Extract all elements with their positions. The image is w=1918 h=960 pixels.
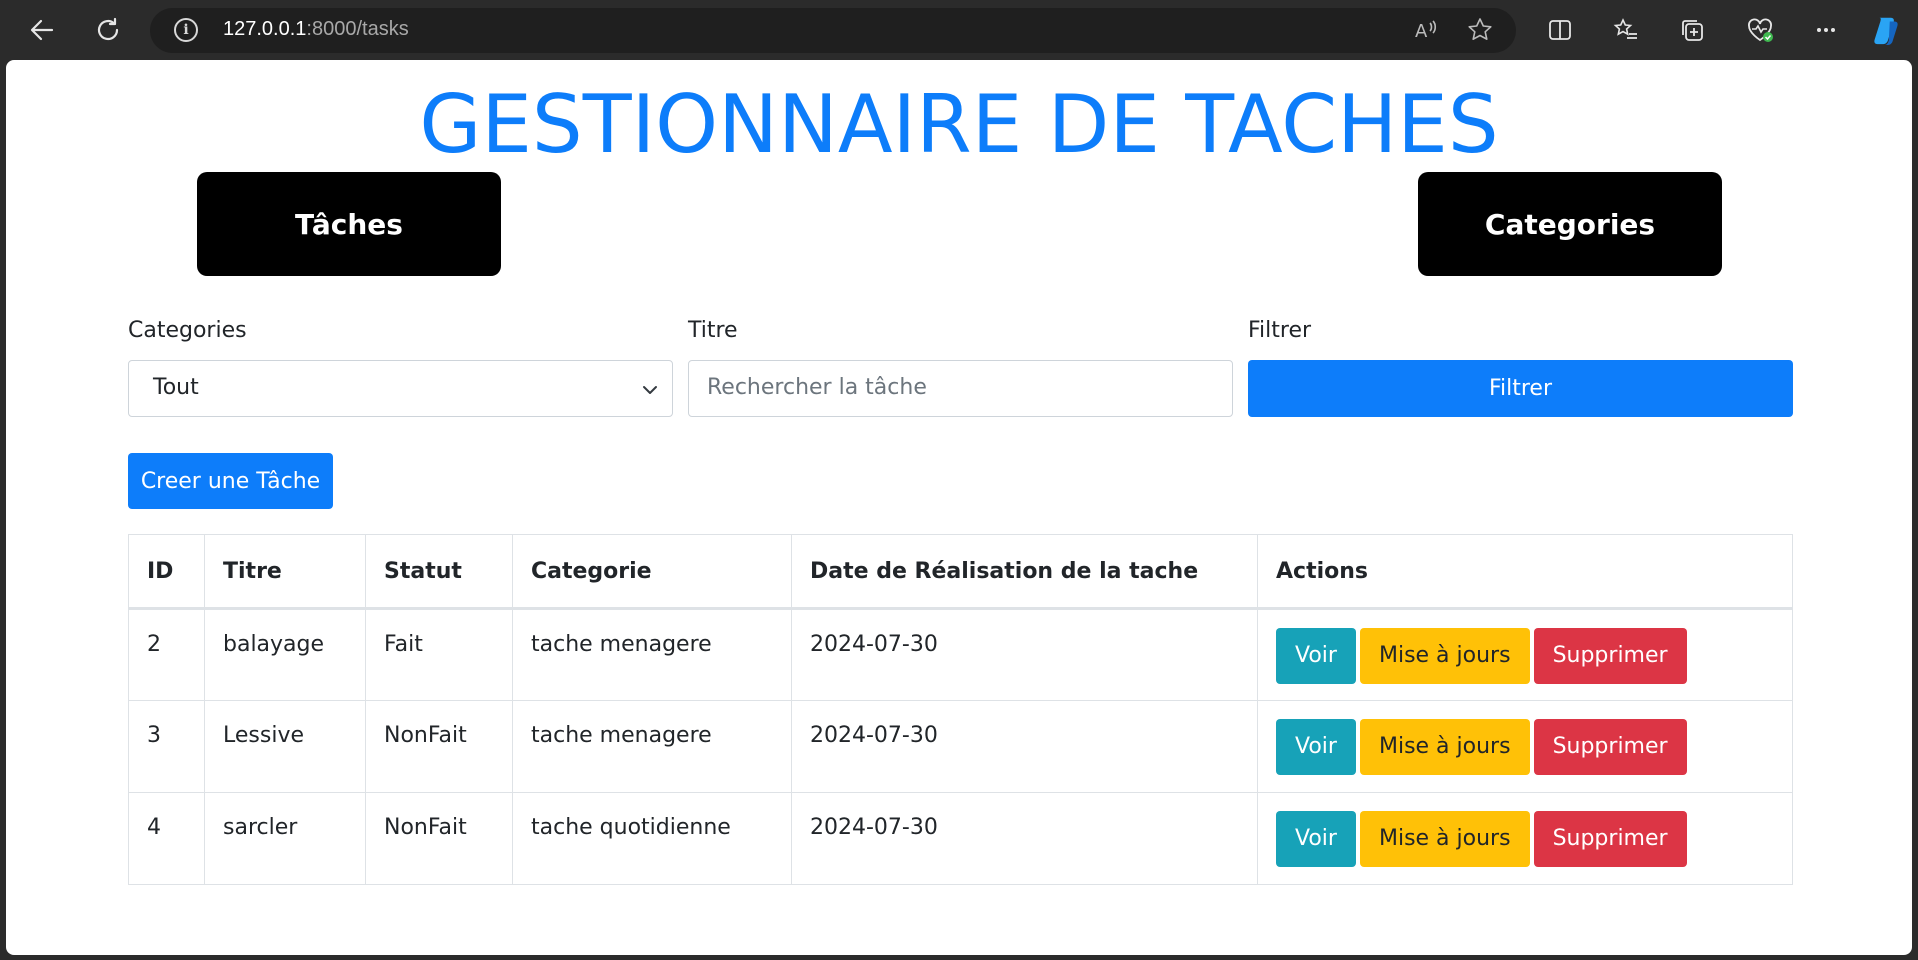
cell-id: 2 bbox=[128, 608, 205, 701]
site-info-icon[interactable]: i bbox=[174, 18, 198, 42]
table-row: 2 balayage Fait tache menagere 2024-07-3… bbox=[128, 608, 1793, 701]
cell-actions: Voir Mise à jours Supprimer bbox=[1257, 608, 1793, 701]
reload-icon[interactable] bbox=[90, 12, 126, 48]
column-header-date: Date de Réalisation de la tache bbox=[791, 534, 1258, 610]
copilot-icon[interactable] bbox=[1870, 14, 1902, 46]
create-task-button[interactable]: Creer une Tâche bbox=[128, 453, 333, 509]
cell-titre: Lessive bbox=[204, 700, 366, 793]
delete-button[interactable]: Supprimer bbox=[1533, 628, 1687, 684]
cell-titre: balayage bbox=[204, 608, 366, 701]
chevron-down-icon bbox=[642, 379, 658, 404]
cell-categorie: tache quotidienne bbox=[512, 792, 792, 885]
collections-icon[interactable] bbox=[1676, 14, 1708, 46]
view-button[interactable]: Voir bbox=[1276, 628, 1356, 684]
split-screen-icon[interactable] bbox=[1544, 14, 1576, 46]
category-filter-label: Categories bbox=[128, 318, 247, 343]
view-button[interactable]: Voir bbox=[1276, 811, 1356, 867]
cell-statut: NonFait bbox=[365, 700, 513, 793]
category-select-value: Tout bbox=[153, 375, 199, 400]
browser-essentials-icon[interactable] bbox=[1744, 14, 1776, 46]
table-header-row: ID Titre Statut Categorie Date de Réalis… bbox=[128, 534, 1793, 610]
category-select[interactable]: Tout bbox=[128, 360, 673, 417]
cell-date: 2024-07-30 bbox=[791, 700, 1258, 793]
title-filter-label: Titre bbox=[688, 318, 738, 343]
update-button[interactable]: Mise à jours bbox=[1359, 811, 1530, 867]
delete-button[interactable]: Supprimer bbox=[1533, 719, 1687, 775]
cell-titre: sarcler bbox=[204, 792, 366, 885]
search-task-input[interactable]: Rechercher la tâche bbox=[688, 360, 1233, 417]
cell-date: 2024-07-30 bbox=[791, 608, 1258, 701]
cell-categorie: tache menagere bbox=[512, 700, 792, 793]
cell-id: 3 bbox=[128, 700, 205, 793]
cell-categorie: tache menagere bbox=[512, 608, 792, 701]
update-button[interactable]: Mise à jours bbox=[1359, 719, 1530, 775]
cell-date: 2024-07-30 bbox=[791, 792, 1258, 885]
back-icon[interactable] bbox=[24, 12, 60, 48]
filter-label: Filtrer bbox=[1248, 318, 1312, 343]
page-content: GESTIONNAIRE DE TACHES Tâches Categories… bbox=[6, 60, 1912, 955]
column-header-statut: Statut bbox=[365, 534, 513, 610]
filter-button[interactable]: Filtrer bbox=[1248, 360, 1793, 417]
delete-button[interactable]: Supprimer bbox=[1533, 811, 1687, 867]
browser-toolbar: i 127.0.0.1:8000/tasks A bbox=[0, 0, 1918, 60]
tasks-table: ID Titre Statut Categorie Date de Réalis… bbox=[128, 534, 1793, 885]
window-bottom-edge bbox=[0, 955, 1918, 960]
column-header-id: ID bbox=[128, 534, 205, 610]
favorites-list-icon[interactable] bbox=[1610, 14, 1642, 46]
cell-actions: Voir Mise à jours Supprimer bbox=[1257, 700, 1793, 793]
cell-actions: Voir Mise à jours Supprimer bbox=[1257, 792, 1793, 885]
update-button[interactable]: Mise à jours bbox=[1359, 628, 1530, 684]
more-options-icon[interactable] bbox=[1810, 14, 1842, 46]
read-aloud-icon[interactable]: A bbox=[1412, 16, 1440, 44]
view-button[interactable]: Voir bbox=[1276, 719, 1356, 775]
column-header-categorie: Categorie bbox=[512, 534, 792, 610]
table-row: 4 sarcler NonFait tache quotidienne 2024… bbox=[128, 792, 1793, 885]
address-bar[interactable]: i 127.0.0.1:8000/tasks A bbox=[150, 8, 1516, 53]
column-header-titre: Titre bbox=[204, 534, 366, 610]
favorite-star-icon[interactable] bbox=[1466, 16, 1494, 44]
categories-nav-button[interactable]: Categories bbox=[1418, 172, 1722, 276]
cell-id: 4 bbox=[128, 792, 205, 885]
page-title: GESTIONNAIRE DE TACHES bbox=[419, 78, 1499, 171]
search-task-placeholder: Rechercher la tâche bbox=[707, 375, 927, 400]
url-text[interactable]: 127.0.0.1:8000/tasks bbox=[223, 18, 409, 41]
cell-statut: NonFait bbox=[365, 792, 513, 885]
tasks-nav-button[interactable]: Tâches bbox=[197, 172, 501, 276]
cell-statut: Fait bbox=[365, 608, 513, 701]
svg-text:A: A bbox=[1415, 21, 1428, 42]
column-header-actions: Actions bbox=[1257, 534, 1793, 610]
table-row: 3 Lessive NonFait tache menagere 2024-07… bbox=[128, 700, 1793, 793]
